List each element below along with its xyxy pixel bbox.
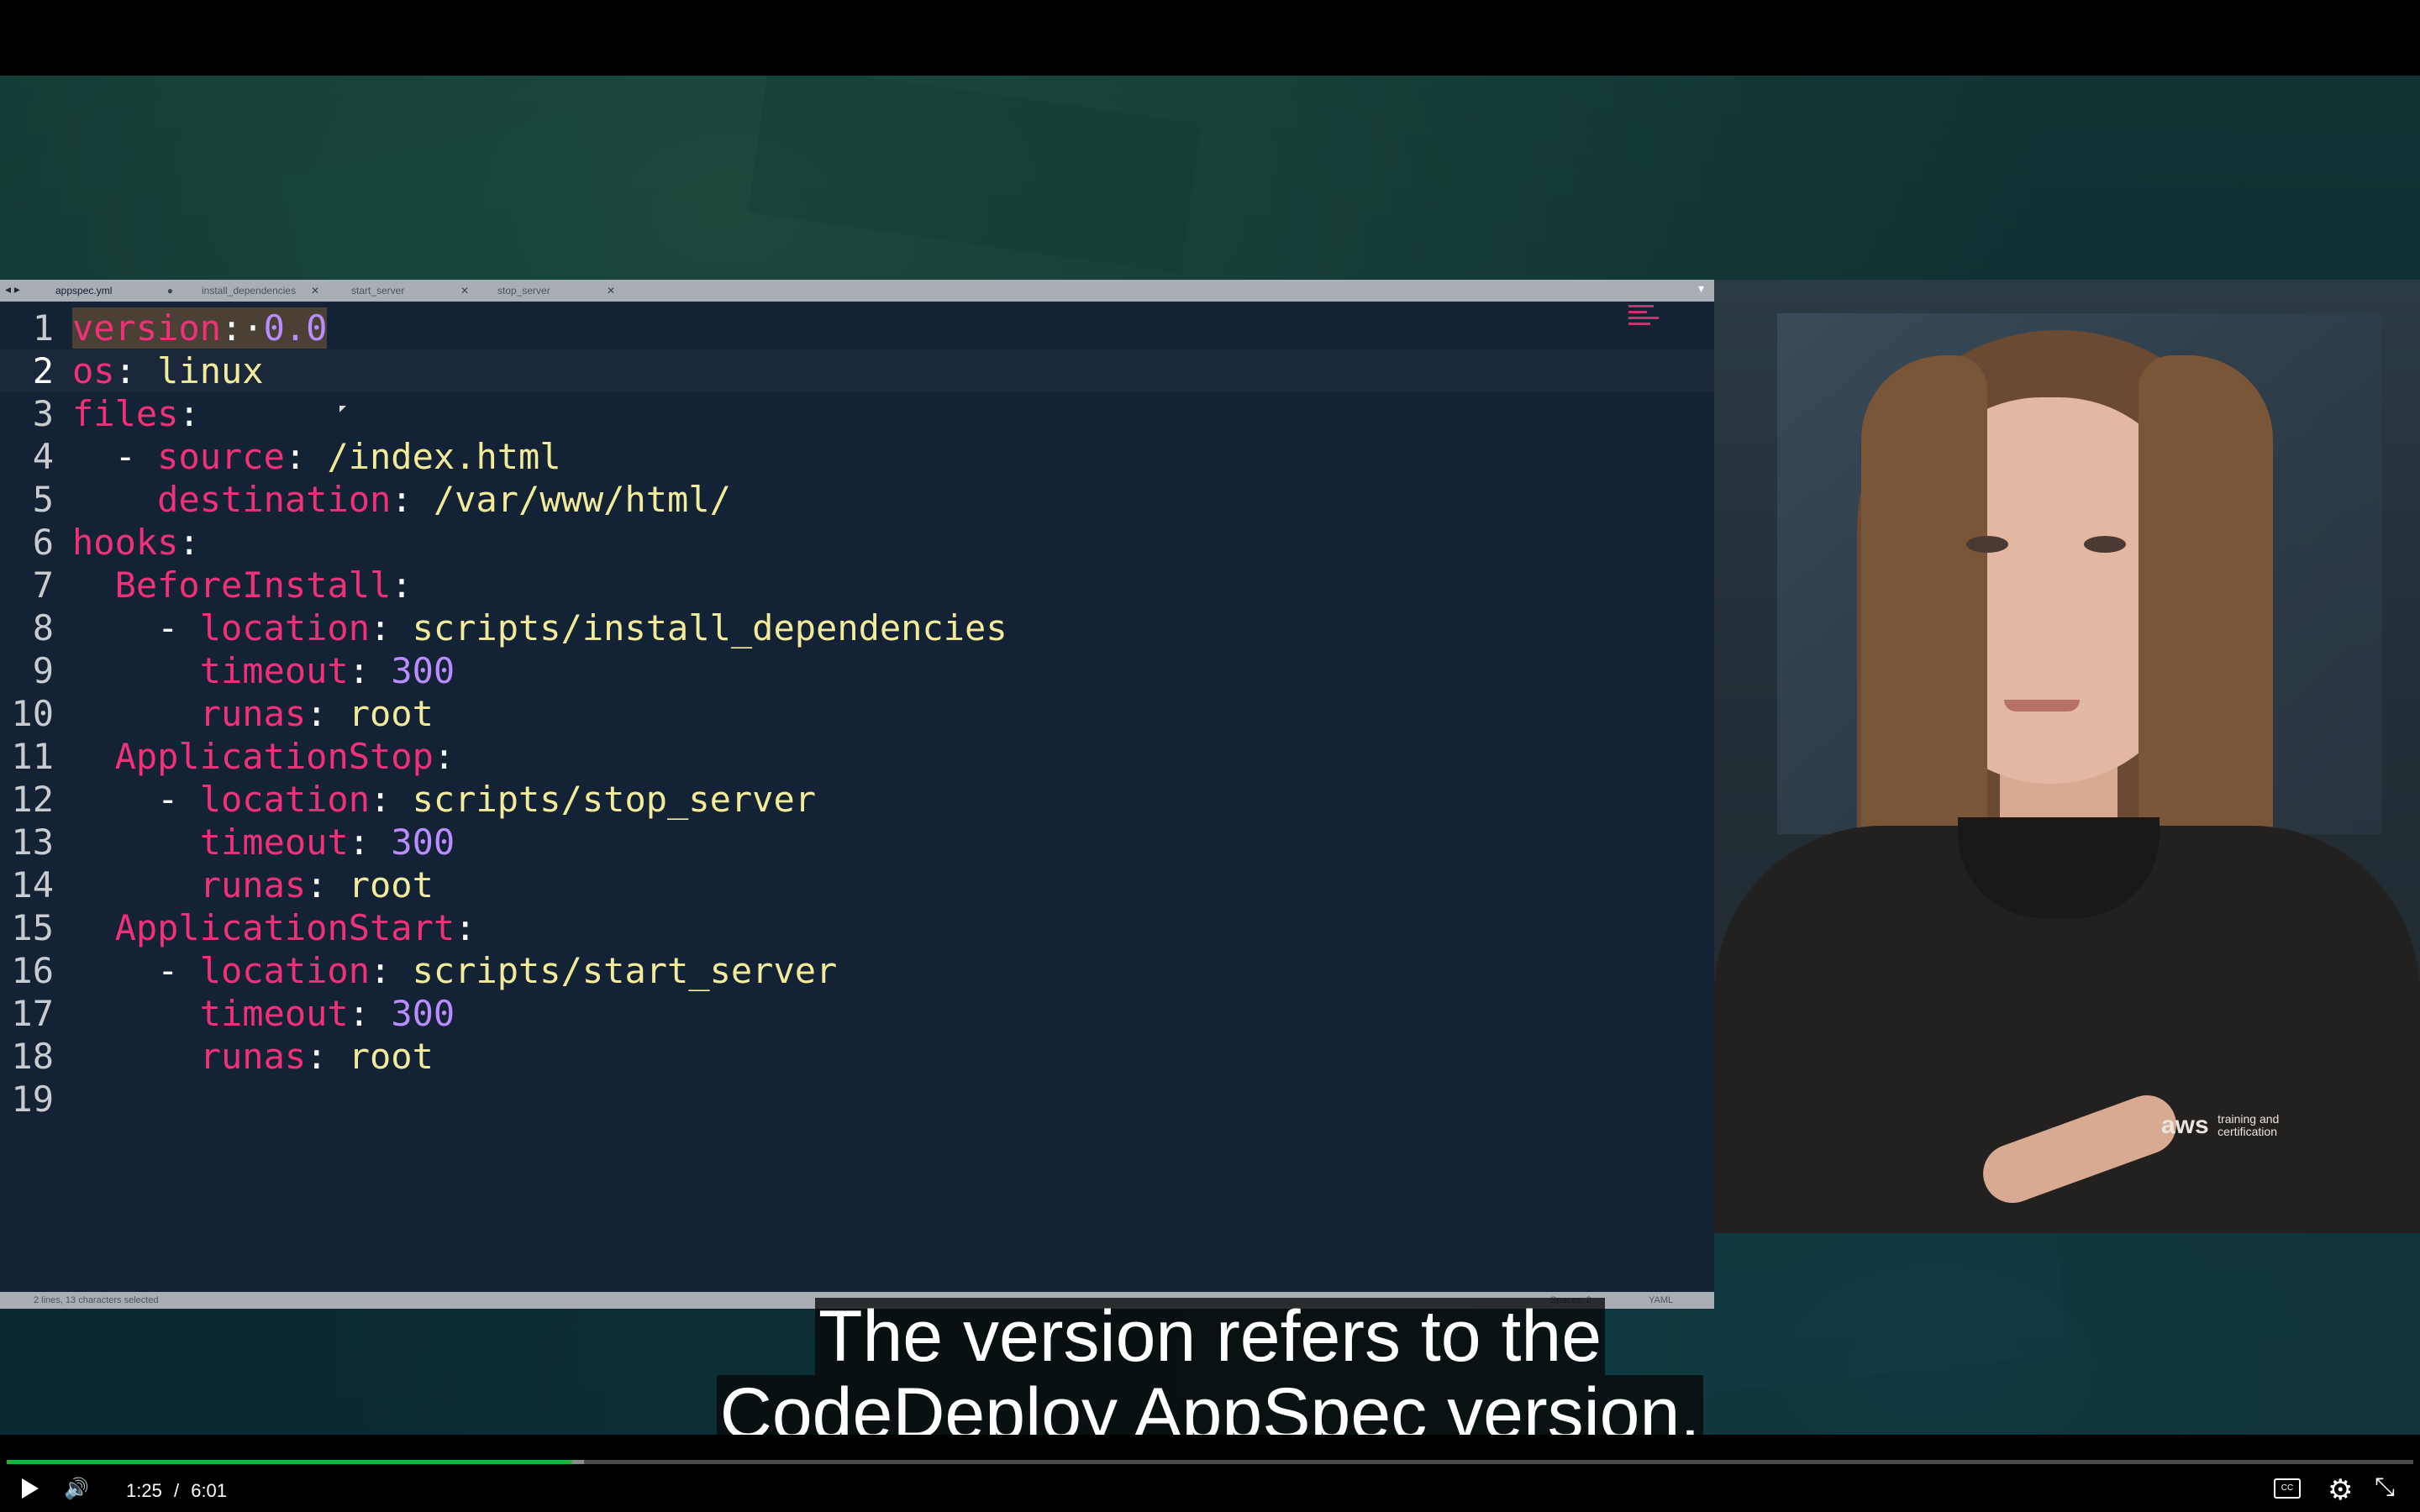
code-line: 7 BeforeInstall: xyxy=(0,564,1714,606)
tab-label: install_dependencies xyxy=(202,285,297,297)
tab-modified-dot-icon: ● xyxy=(166,285,173,297)
code-line: 19 xyxy=(0,1078,1714,1121)
line-number: 12 xyxy=(11,779,54,820)
editor-tab-install-dependencies: install_dependencies ✕ xyxy=(202,281,319,300)
aws-training-logo: aws training and certification xyxy=(2161,1111,2280,1139)
tab-nav-arrows: ◂ ▸ xyxy=(5,282,20,296)
editor-tab-appspec: appspec.yml ● xyxy=(55,281,173,300)
code-text: os: linux xyxy=(72,350,264,391)
code-text: - location: scripts/install_dependencies xyxy=(72,607,1007,648)
letterbox-top xyxy=(0,0,2420,76)
line-number: 7 xyxy=(32,564,54,606)
code-text: timeout: 300 xyxy=(199,993,455,1034)
code-line: 18 runas: root xyxy=(0,1035,1714,1078)
code-text: runas: root xyxy=(199,693,434,734)
editor-tab-stop-server: stop_server ✕ xyxy=(497,281,615,300)
code-editor: ◂ ▸ appspec.yml ● install_dependencies ✕… xyxy=(0,280,1714,1309)
code-text: version:·0.0 xyxy=(72,307,328,349)
code-text: files: xyxy=(72,393,200,434)
line-number: 18 xyxy=(11,1036,54,1077)
tab-close-icon: ✕ xyxy=(606,285,615,297)
line-number: 1 xyxy=(32,307,54,349)
code-line: 5 destination: /var/www/html/ xyxy=(0,478,1714,521)
closed-captions-icon[interactable]: CC xyxy=(2274,1478,2301,1499)
code-line: 8 - location: scripts/install_dependenci… xyxy=(0,606,1714,649)
code-text: timeout: 300 xyxy=(199,650,455,691)
presenter-video: aws training and certification xyxy=(1714,280,2420,1233)
subtitle-line-1: The version refers to the xyxy=(814,1298,1606,1375)
line-number: 5 xyxy=(32,479,54,520)
editor-tab-bar: ◂ ▸ appspec.yml ● install_dependencies ✕… xyxy=(0,280,1714,302)
line-number: 14 xyxy=(11,864,54,906)
current-time: 1:25 xyxy=(126,1480,162,1501)
line-number: 10 xyxy=(11,693,54,734)
line-number: 15 xyxy=(11,907,54,948)
background-shape xyxy=(748,76,1202,274)
mouse-pointer-icon xyxy=(339,406,346,412)
tab-menu-icon: ▾ xyxy=(1697,281,1704,295)
line-number: 3 xyxy=(32,393,54,434)
line-number: 2 xyxy=(32,350,54,391)
minimap xyxy=(1628,305,1665,339)
code-line: 15 ApplicationStart: xyxy=(0,906,1714,949)
code-text: hooks: xyxy=(72,522,200,563)
played-bar xyxy=(7,1460,573,1464)
line-number: 4 xyxy=(32,436,54,477)
tab-label: appspec.yml xyxy=(55,285,113,297)
line-number: 9 xyxy=(32,650,54,691)
code-text: timeout: 300 xyxy=(199,822,455,863)
exit-fullscreen-icon[interactable]: ⤡ xyxy=(2375,1473,2395,1502)
code-line: 1 version:·0.0 xyxy=(0,307,1714,349)
code-line: 2 os: linux xyxy=(0,349,1714,392)
code-text: ApplicationStop: xyxy=(114,736,455,777)
line-number: 8 xyxy=(32,607,54,648)
seek-bar[interactable] xyxy=(7,1460,2413,1464)
code-line: 14 runas: root xyxy=(0,864,1714,906)
code-line: 9 timeout: 300 xyxy=(0,649,1714,692)
code-line: 16 - location: scripts/start_server xyxy=(0,949,1714,992)
code-text: - location: scripts/start_server xyxy=(72,950,838,991)
code-text: destination: /var/www/html/ xyxy=(157,479,731,520)
code-line: 13 timeout: 300 xyxy=(0,821,1714,864)
tab-close-icon: ✕ xyxy=(460,285,469,297)
subtitle-line-2: CodeDeploy AppSpec version, xyxy=(716,1375,1704,1435)
code-text: runas: root xyxy=(199,1036,434,1077)
line-number: 6 xyxy=(32,522,54,563)
volume-icon[interactable]: 🔊 xyxy=(64,1477,89,1501)
code-line: 3 files: xyxy=(0,392,1714,435)
player-controls: 🔊 1:25 / 6:01 CC ⚙ ⤡ xyxy=(0,1468,2420,1512)
editor-tab-start-server: start_server ✕ xyxy=(351,281,469,300)
code-text: ApplicationStart: xyxy=(114,907,476,948)
tab-label: start_server xyxy=(351,285,405,297)
tab-label: stop_server xyxy=(497,285,550,297)
subtitles: The version refers to the CodeDeploy App… xyxy=(0,1298,2420,1435)
code-line: 11 ApplicationStop: xyxy=(0,735,1714,778)
line-number: 11 xyxy=(11,736,54,777)
time-display: 1:25 / 6:01 xyxy=(126,1480,228,1501)
code-line: 4 - source: /index.html xyxy=(0,435,1714,478)
code-line: 17 timeout: 300 xyxy=(0,992,1714,1035)
duration: 6:01 xyxy=(191,1480,228,1501)
code-line: 10 runas: root xyxy=(0,692,1714,735)
code-line: 12 - location: scripts/stop_server xyxy=(0,778,1714,821)
line-number: 19 xyxy=(11,1079,54,1120)
tab-close-icon: ✕ xyxy=(310,285,319,297)
code-text: runas: root xyxy=(199,864,434,906)
play-icon[interactable] xyxy=(22,1478,39,1499)
code-line: 6 hooks: xyxy=(0,521,1714,564)
video-frame[interactable]: ◂ ▸ appspec.yml ● install_dependencies ✕… xyxy=(0,76,2420,1435)
code-text: - location: scripts/stop_server xyxy=(72,779,817,820)
code-text: - source: /index.html xyxy=(72,436,561,477)
line-number: 17 xyxy=(11,993,54,1034)
line-number: 16 xyxy=(11,950,54,991)
line-number: 13 xyxy=(11,822,54,863)
gear-icon[interactable]: ⚙ xyxy=(2328,1473,2353,1507)
code-text: BeforeInstall: xyxy=(114,564,413,606)
code-area: 1 version:·0.0 2 os: linux 3 files: 4 - source… xyxy=(0,307,1714,1273)
